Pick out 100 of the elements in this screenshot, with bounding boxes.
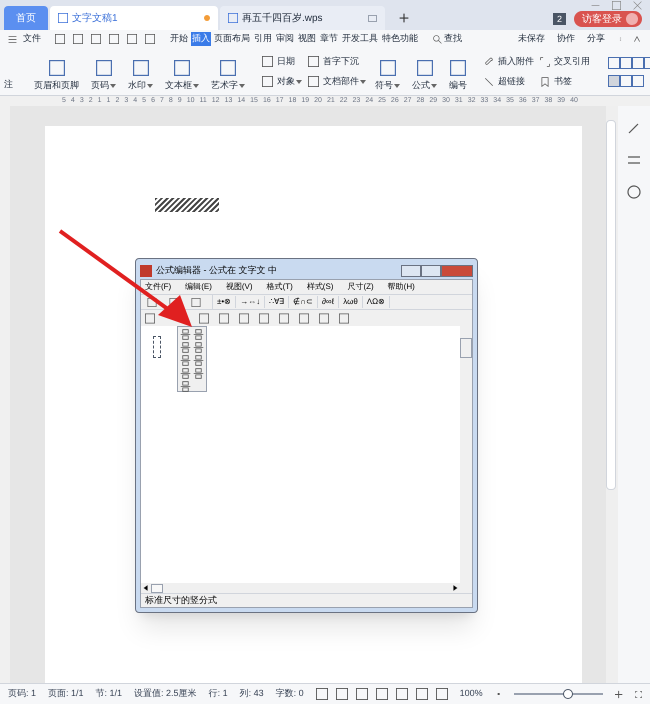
ribbon-tab[interactable]: 审阅 [275, 32, 295, 46]
ribbon-tab[interactable]: 引用 [253, 32, 273, 46]
fullscreen-icon[interactable] [634, 690, 642, 698]
ribbon-tab[interactable]: 视图 [297, 32, 317, 46]
paperclip-icon[interactable] [484, 56, 494, 66]
view-mode-icon[interactable] [316, 688, 328, 700]
view-mode-icon[interactable] [356, 688, 368, 700]
document-tab[interactable]: 文字文稿1 [50, 6, 218, 30]
symbol-palette-button[interactable]: ±•⊗ [213, 296, 236, 308]
view-icon[interactable] [608, 74, 620, 86]
ribbon-button[interactable]: 水印 [125, 50, 156, 92]
ribbon-button[interactable]: 交叉引用 [554, 54, 590, 68]
view-icon[interactable] [620, 74, 632, 86]
template-icon[interactable] [239, 312, 249, 324]
ribbon-button[interactable]: 艺术字 [208, 50, 248, 92]
menu-item[interactable]: 视图(V) [226, 281, 253, 293]
caret-icon[interactable] [296, 80, 302, 84]
template-icon[interactable] [199, 312, 209, 324]
toolbar-action[interactable]: 分享 [587, 32, 605, 46]
fraction-template-icon[interactable] [180, 329, 191, 340]
help-icon[interactable] [626, 184, 642, 200]
zoom-in-icon[interactable] [615, 690, 623, 698]
ribbon-button[interactable]: 文档部件 [308, 72, 366, 92]
ribbon-button[interactable]: 对象 [262, 72, 302, 92]
template-icon[interactable] [339, 312, 349, 324]
close-icon[interactable] [633, 1, 642, 10]
ribbon-button[interactable]: 首字下沉 [308, 52, 366, 72]
login-button[interactable]: 访客登录 [574, 11, 642, 27]
caret-icon[interactable] [360, 80, 366, 84]
menu-item[interactable]: 样式(S) [306, 281, 334, 293]
new-tab-icon[interactable] [399, 13, 409, 23]
ribbon-tab[interactable]: 插入 [191, 32, 211, 46]
vertical-scrollbar[interactable] [460, 338, 472, 358]
view-icon[interactable] [632, 56, 644, 68]
ribbon-button[interactable]: 公式 [409, 50, 440, 92]
template-icon[interactable] [319, 312, 329, 324]
view-icon[interactable] [632, 74, 644, 86]
bracket-icon[interactable] [540, 56, 550, 66]
menu-item[interactable]: 尺寸(Z) [347, 281, 374, 293]
ribbon-button[interactable]: 超链接 [498, 74, 525, 88]
view-icon[interactable] [608, 56, 620, 68]
ribbon-button[interactable]: 插入附件 [498, 54, 534, 68]
minimize-button[interactable] [401, 265, 421, 277]
fraction-template-icon[interactable] [193, 329, 204, 340]
symbol-palette-button[interactable]: ∂∞ℓ [318, 296, 340, 308]
fraction-template-icon[interactable] [193, 342, 204, 353]
ribbon-tab[interactable]: 章节 [319, 32, 339, 46]
search-icon[interactable] [433, 34, 442, 44]
fraction-template-icon[interactable] [180, 381, 191, 392]
view-mode-icon[interactable] [336, 688, 348, 700]
maximize-icon[interactable] [612, 1, 621, 10]
maximize-button[interactable] [421, 265, 441, 277]
vertical-scrollbar[interactable] [606, 120, 616, 490]
caret-icon[interactable] [147, 84, 153, 88]
template-icon[interactable] [219, 312, 229, 324]
ribbon-button[interactable]: 日期 [262, 52, 302, 72]
fraction-template-icon[interactable] [193, 368, 204, 379]
view-mode-icon[interactable] [376, 688, 388, 700]
fraction-template-icon[interactable] [180, 355, 191, 366]
document-tab[interactable]: 再五千四百岁.wps [220, 6, 385, 30]
ribbon-button[interactable]: 注 [4, 78, 13, 91]
symbol-palette-button[interactable]: ∉∩⊂ [289, 296, 318, 308]
caret-icon[interactable] [239, 84, 245, 88]
scrollbar-thumb[interactable] [151, 584, 163, 592]
toolbar-action[interactable]: 未保存 [518, 32, 545, 46]
template-icon[interactable] [279, 312, 289, 324]
view-icon[interactable] [620, 56, 632, 68]
fraction-template-icon[interactable] [180, 342, 191, 353]
template-icon[interactable] [145, 312, 155, 324]
collapse-icon[interactable] [632, 36, 642, 42]
menu-icon[interactable] [8, 34, 17, 44]
view-mode-icon[interactable] [396, 688, 408, 700]
search-button[interactable]: 查找 [444, 32, 462, 46]
slider-thumb[interactable] [562, 689, 573, 699]
ribbon-button[interactable]: 编号 [446, 50, 470, 92]
scroll-right-icon[interactable] [452, 585, 458, 591]
menu-item[interactable]: 编辑(E) [185, 281, 212, 293]
menu-item[interactable]: 文件(F) [145, 281, 172, 293]
symbol-palette-button[interactable]: λωθ [339, 296, 363, 308]
toolbar-action[interactable]: 协作 [557, 32, 575, 46]
zoom-dropdown[interactable]: 100% [460, 687, 483, 701]
file-menu[interactable]: 文件 [23, 32, 41, 46]
caret-icon[interactable] [193, 84, 199, 88]
template-icon[interactable] [299, 312, 309, 324]
scroll-left-icon[interactable] [143, 585, 149, 591]
symbol-palette-button[interactable]: ΛΩ⊗ [362, 296, 390, 308]
ribbon-button[interactable]: 书签 [554, 74, 572, 88]
menu-item[interactable]: 格式(T) [266, 281, 293, 293]
symbol-palette-button[interactable]: →⇔↓ [236, 296, 266, 308]
caret-icon[interactable] [431, 84, 437, 88]
bookmark-icon[interactable] [540, 76, 550, 86]
ribbon-tab[interactable]: 开始 [169, 32, 189, 46]
symbol-palette-button[interactable]: ∴∀∃ [265, 296, 290, 308]
ribbon-tab[interactable]: 开发工具 [341, 32, 379, 46]
caret-icon[interactable] [110, 84, 116, 88]
menu-item[interactable]: 帮助(H) [388, 281, 415, 293]
fraction-template-icon[interactable] [180, 368, 191, 379]
caret-icon[interactable] [394, 84, 400, 88]
ribbon-button[interactable]: 文本框 [162, 50, 202, 92]
ribbon-tab[interactable]: 页面布局 [213, 32, 251, 46]
